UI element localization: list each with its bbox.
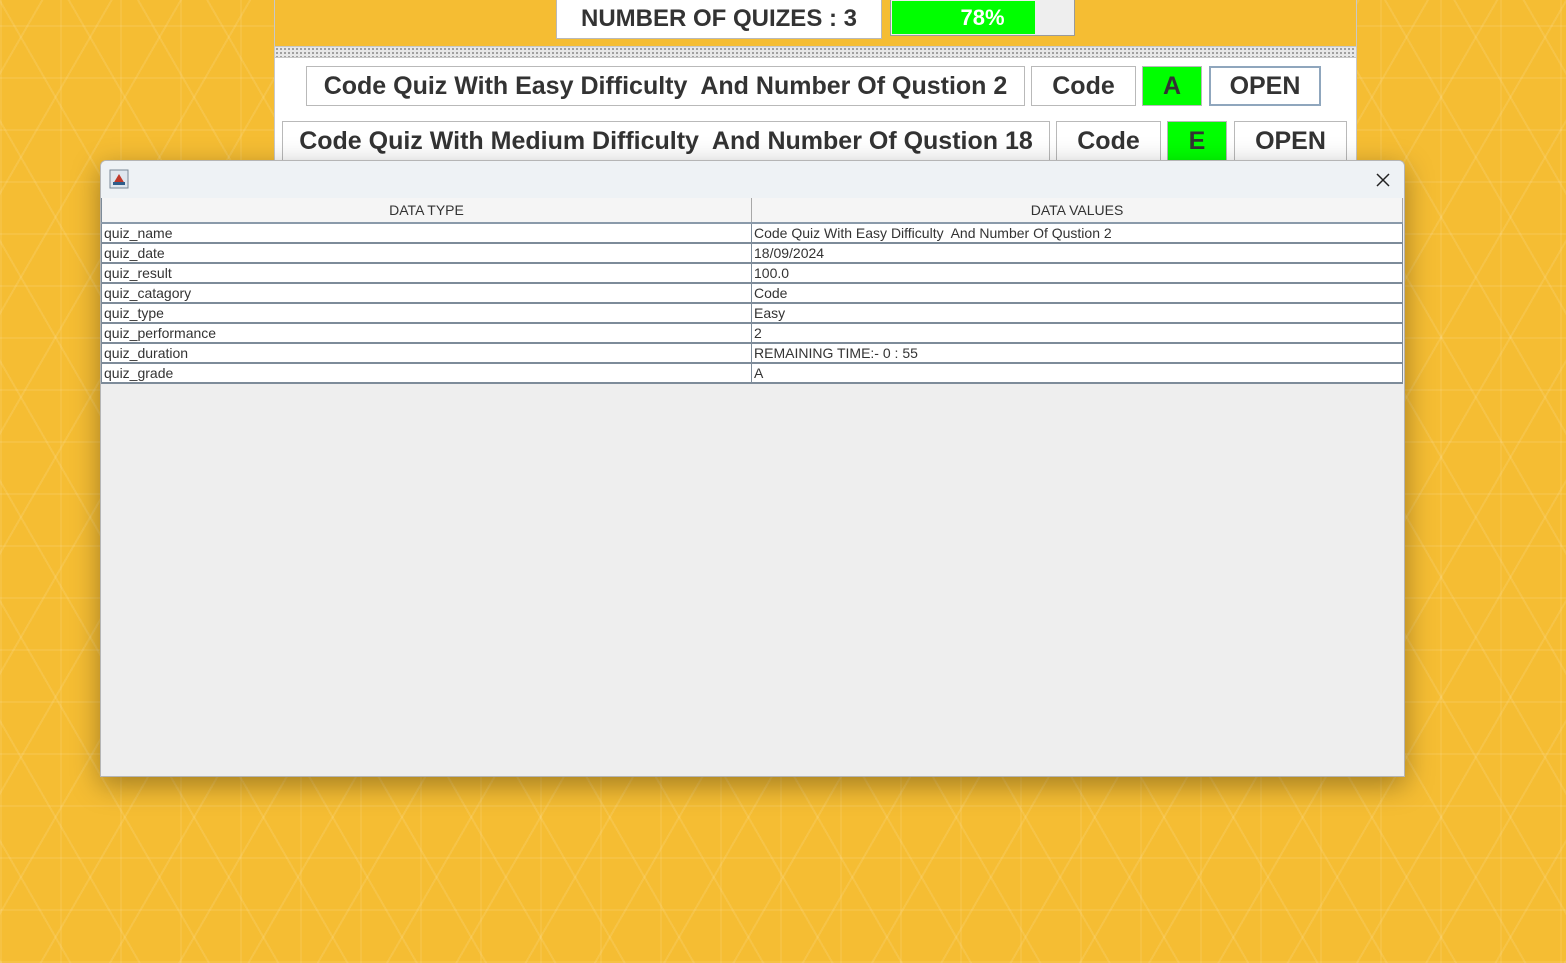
column-header-data-type[interactable]: DATA TYPE	[101, 198, 752, 224]
cell-data-type[interactable]: quiz_date	[101, 243, 752, 264]
cell-data-type[interactable]: quiz_grade	[101, 363, 752, 384]
table-row[interactable]: quiz_name Code Quiz With Easy Difficulty …	[101, 223, 1403, 244]
quiz-open-button[interactable]: OPEN	[1234, 121, 1347, 161]
cell-data-type[interactable]: quiz_performance	[101, 323, 752, 344]
quiz-count-label: NUMBER OF QUIZES : 3	[556, 0, 882, 39]
table-row[interactable]: quiz_catagory Code	[101, 283, 1403, 304]
quiz-details-table: DATA TYPE DATA VALUES quiz_name Code Quiz…	[101, 198, 1403, 384]
cell-data-value[interactable]: Code	[751, 283, 1403, 304]
quiz-grade-badge: A	[1142, 66, 1202, 106]
quiz-title-button[interactable]: Code Quiz With Medium Difficulty And Num…	[282, 121, 1050, 161]
close-icon[interactable]	[1372, 169, 1394, 191]
dialog-titlebar[interactable]	[101, 161, 1404, 198]
quiz-row: Code Quiz With Medium Difficulty And Num…	[275, 121, 1356, 163]
progress-text: 78%	[960, 4, 1005, 30]
main-panel: NUMBER OF QUIZES : 3 78% Code Quiz With …	[274, 0, 1357, 180]
table-header-row: DATA TYPE DATA VALUES	[101, 198, 1403, 224]
quiz-category-button[interactable]: Code	[1056, 121, 1161, 161]
quiz-row: Code Quiz With Easy Difficulty And Numbe…	[275, 66, 1356, 108]
cell-data-value[interactable]: REMAINING TIME:- 0 : 55	[751, 343, 1403, 364]
java-app-icon	[109, 169, 129, 189]
table-row[interactable]: quiz_grade A	[101, 363, 1403, 384]
cell-data-type[interactable]: quiz_catagory	[101, 283, 752, 304]
quiz-category-button[interactable]: Code	[1031, 66, 1136, 106]
cell-data-value[interactable]: 100.0	[751, 263, 1403, 284]
cell-data-type[interactable]: quiz_result	[101, 263, 752, 284]
cell-data-value[interactable]: Easy	[751, 303, 1403, 324]
cell-data-value[interactable]: A	[751, 363, 1403, 384]
table-row[interactable]: quiz_type Easy	[101, 303, 1403, 324]
cell-data-type[interactable]: quiz_type	[101, 303, 752, 324]
table-row[interactable]: quiz_performance 2	[101, 323, 1403, 344]
quiz-details-dialog: DATA TYPE DATA VALUES quiz_name Code Quiz…	[100, 160, 1405, 777]
column-header-data-values[interactable]: DATA VALUES	[751, 198, 1403, 224]
quiz-grade-badge: E	[1167, 121, 1227, 161]
cell-data-value[interactable]: 2	[751, 323, 1403, 344]
cell-data-type[interactable]: quiz_name	[101, 223, 752, 244]
table-row[interactable]: quiz_result 100.0	[101, 263, 1403, 284]
cell-data-value[interactable]: 18/09/2024	[751, 243, 1403, 264]
table-row[interactable]: quiz_duration REMAINING TIME:- 0 : 55	[101, 343, 1403, 364]
cell-data-value[interactable]: Code Quiz With Easy Difficulty And Numbe…	[751, 223, 1403, 244]
table-row[interactable]: quiz_date 18/09/2024	[101, 243, 1403, 264]
quiz-title-button[interactable]: Code Quiz With Easy Difficulty And Numbe…	[306, 66, 1025, 106]
quiz-open-button[interactable]: OPEN	[1209, 66, 1321, 106]
cell-data-type[interactable]: quiz_duration	[101, 343, 752, 364]
progress-bar: 78%	[890, 0, 1075, 36]
split-divider[interactable]	[275, 46, 1356, 58]
